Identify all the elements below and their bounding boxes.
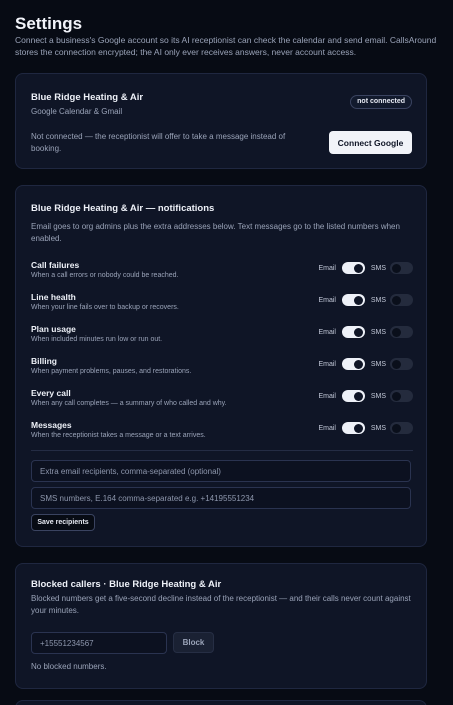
notification-title: Every call (31, 388, 71, 398)
notification-title: Messages (31, 420, 72, 430)
sms-label: SMS (370, 393, 386, 400)
email-label: Email (318, 425, 336, 432)
email-toggle[interactable] (342, 422, 365, 434)
page-intro: Connect a business's Google account so i… (15, 35, 437, 57)
sms-label: SMS (370, 425, 386, 432)
sms-label: SMS (370, 297, 386, 304)
email-label: Email (318, 361, 336, 368)
notification-description: When any call completes — a summary of w… (31, 400, 227, 407)
email-toggle[interactable] (342, 294, 365, 306)
notification-row: Billing When payment problems, pauses, an… (31, 356, 413, 384)
notification-row: Every call When any call completes — a su… (31, 388, 413, 416)
toggle-knob (354, 423, 363, 433)
save-recipients-button[interactable]: Save recipients (31, 514, 95, 531)
next-card (15, 700, 427, 705)
notification-title: Plan usage (31, 324, 76, 334)
notification-row: Call failures When a call errors or nobod… (31, 260, 413, 288)
email-toggle[interactable] (342, 358, 365, 370)
notifications-title: Blue Ridge Heating & Air — notifications (31, 203, 215, 214)
email-toggle[interactable] (342, 326, 365, 338)
notification-description: When included minutes run low or run out… (31, 336, 163, 343)
sms-toggle[interactable] (390, 390, 413, 402)
email-label: Email (318, 393, 336, 400)
email-label: Email (318, 329, 336, 336)
empty-blocked-text: No blocked numbers. (31, 662, 107, 671)
notifications-description: Email goes to org admins plus the extra … (31, 222, 400, 243)
sms-toggle[interactable] (390, 326, 413, 338)
toggle-knob (392, 423, 401, 433)
sms-toggle[interactable] (390, 358, 413, 370)
blocked-callers-title: Blocked callers · Blue Ridge Heating & A… (31, 579, 222, 590)
sms-numbers-input[interactable] (31, 487, 411, 509)
email-recipients-input[interactable] (31, 460, 411, 482)
block-button[interactable]: Block (173, 632, 214, 653)
page-title: Settings (15, 14, 83, 33)
sms-toggle[interactable] (390, 294, 413, 306)
email-label: Email (318, 265, 336, 272)
toggle-knob (392, 359, 401, 369)
toggle-knob (354, 295, 363, 305)
toggle-knob (392, 327, 401, 337)
sms-label: SMS (370, 329, 386, 336)
notification-description: When your line fails over to backup or r… (31, 304, 179, 311)
email-toggle[interactable] (342, 390, 365, 402)
sms-toggle[interactable] (390, 422, 413, 434)
toggle-knob (392, 391, 401, 401)
block-number-input[interactable] (31, 632, 167, 654)
sms-label: SMS (370, 265, 386, 272)
email-toggle[interactable] (342, 262, 365, 274)
connection-status-badge: not connected (350, 95, 412, 109)
blocked-callers-card: Blocked callers · Blue Ridge Heating & A… (15, 563, 427, 689)
notifications-card: Blue Ridge Heating & Air — notifications… (15, 185, 427, 547)
toggle-knob (392, 295, 401, 305)
toggle-knob (354, 359, 363, 369)
email-label: Email (318, 297, 336, 304)
notification-title: Billing (31, 356, 57, 366)
notification-row: Plan usage When included minutes run low … (31, 324, 413, 352)
connect-google-button[interactable]: Connect Google (329, 131, 412, 154)
notification-row: Messages When the receptionist takes a me… (31, 420, 413, 448)
sms-label: SMS (370, 361, 386, 368)
google-business-name: Blue Ridge Heating & Air (31, 92, 144, 103)
notification-title: Call failures (31, 260, 80, 270)
divider (31, 450, 413, 451)
toggle-knob (354, 391, 363, 401)
toggle-knob (354, 327, 363, 337)
google-service-label: Google Calendar & Gmail (31, 107, 123, 116)
google-connection-card: Blue Ridge Heating & Air Google Calendar… (15, 73, 427, 169)
blocked-callers-description: Blocked numbers get a five-second declin… (31, 594, 411, 615)
toggle-knob (392, 263, 401, 273)
notification-description: When payment problems, pauses, and resto… (31, 368, 192, 375)
sms-toggle[interactable] (390, 262, 413, 274)
notification-title: Line health (31, 292, 76, 302)
notification-row: Line health When your line fails over to … (31, 292, 413, 320)
notification-description: When the receptionist takes a message or… (31, 432, 206, 439)
toggle-knob (354, 263, 363, 273)
notification-description: When a call errors or nobody could be re… (31, 272, 179, 279)
connection-note: Not connected — the receptionist will of… (31, 132, 286, 153)
settings-page: Settings Connect a business's Google acc… (0, 0, 453, 705)
